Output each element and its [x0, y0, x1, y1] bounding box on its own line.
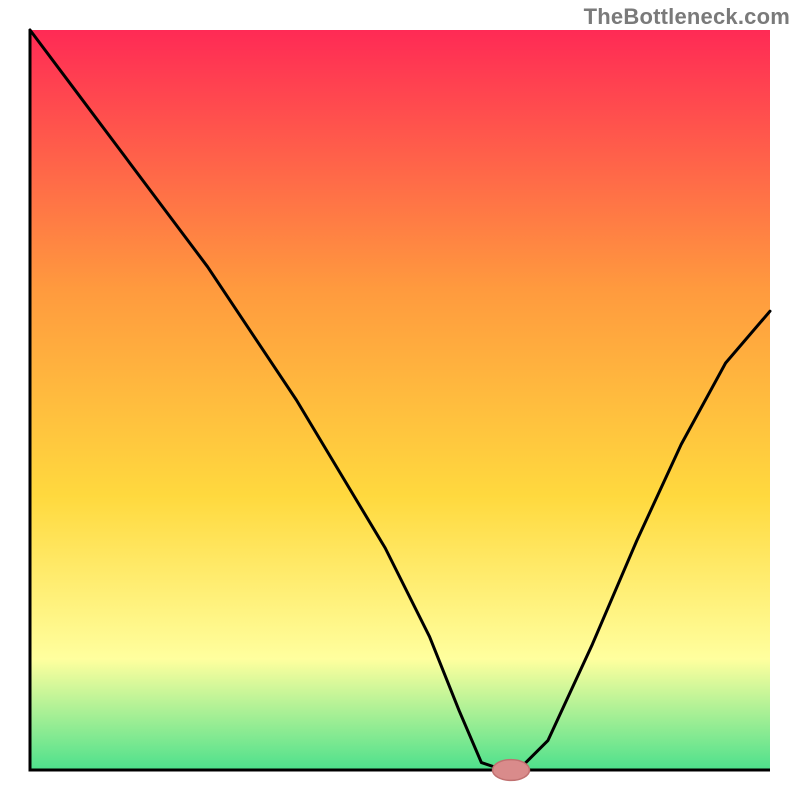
plot-area — [30, 30, 770, 770]
chart-svg — [0, 0, 800, 800]
optimal-marker — [493, 760, 530, 781]
watermark-text: TheBottleneck.com — [584, 4, 790, 30]
